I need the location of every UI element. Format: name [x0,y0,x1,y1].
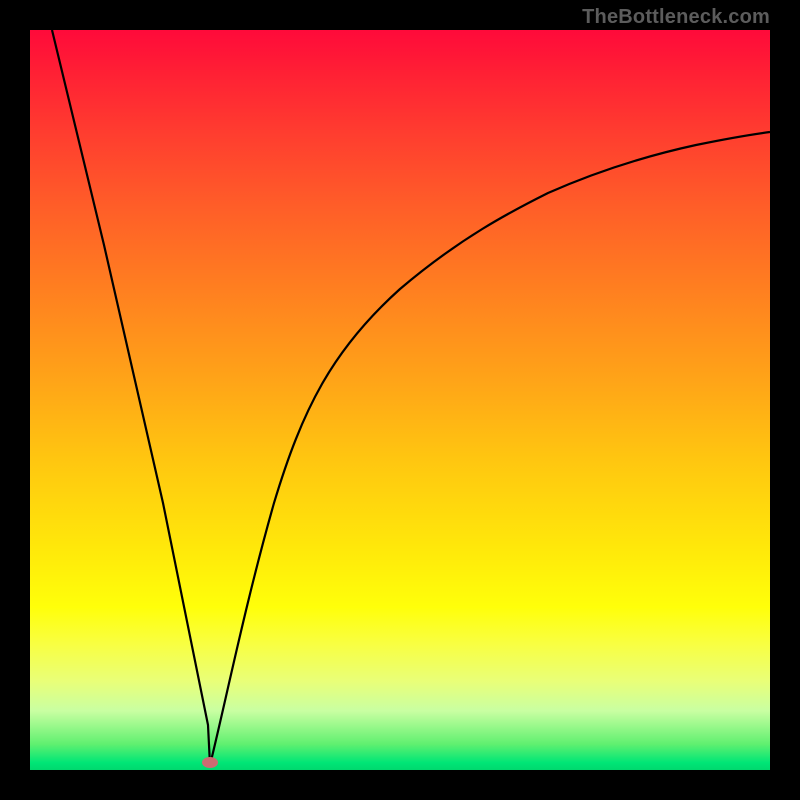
curve-svg [30,30,770,770]
chart-frame: TheBottleneck.com [0,0,800,800]
cusp-marker [202,757,218,768]
curve-right-segment [210,132,770,765]
plot-area [30,30,770,770]
watermark-text: TheBottleneck.com [582,6,770,29]
curve-left-segment [52,30,210,765]
